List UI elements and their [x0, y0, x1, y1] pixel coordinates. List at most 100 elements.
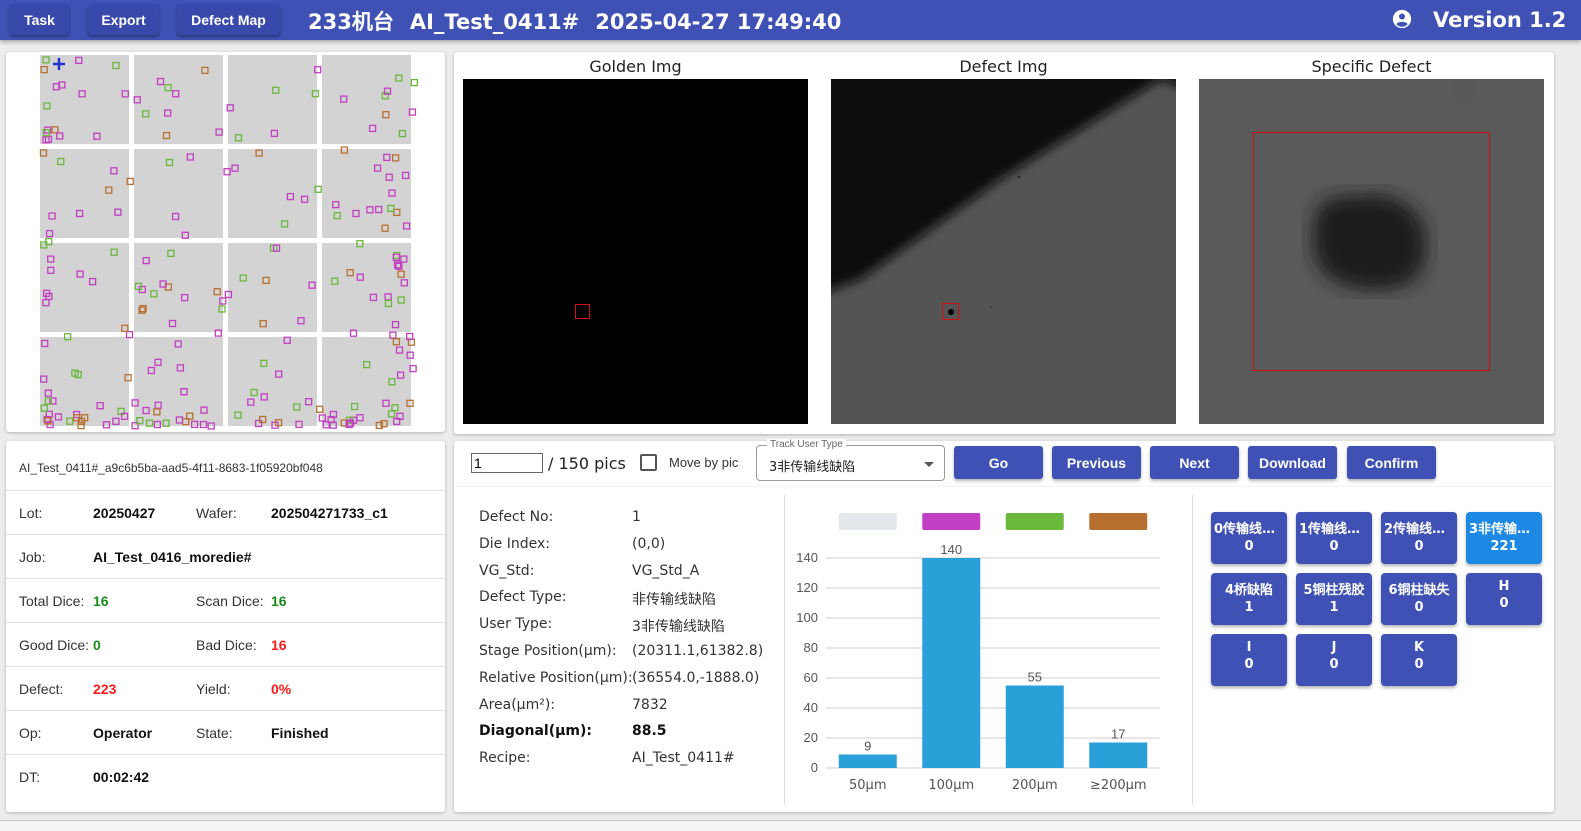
scan-dice-value: 16	[271, 593, 287, 609]
previous-button[interactable]: Previous	[1052, 446, 1141, 479]
job-label: Job:	[19, 549, 46, 565]
defect-type-button[interactable]: 4桥缺陷 1	[1211, 573, 1287, 625]
page-number-input[interactable]	[471, 453, 543, 473]
defect-marker[interactable]	[125, 330, 134, 339]
die-cell[interactable]	[134, 243, 223, 332]
defect-type-name: 3非传输线缺陷	[1469, 522, 1542, 537]
wafer-map[interactable]	[6, 52, 445, 432]
wafer-value: 202504271733_c1	[271, 505, 388, 521]
defect-type-button[interactable]: 1传输线缺陷 0	[1296, 512, 1372, 564]
golden-image	[463, 79, 808, 424]
legend-swatch[interactable]	[838, 513, 897, 530]
next-button[interactable]: Next	[1150, 446, 1239, 479]
user-type-value: 3非传输线缺陷	[632, 619, 725, 635]
total-dice-value: 16	[93, 593, 109, 609]
legend-swatch[interactable]	[1089, 513, 1148, 530]
defect-image	[831, 79, 1176, 424]
die-cell[interactable]	[322, 55, 411, 144]
account-icon[interactable]	[1392, 9, 1412, 29]
defect-type-button[interactable]: K0	[1381, 634, 1457, 686]
bar-value-label: 55	[1028, 670, 1042, 685]
defect-marker[interactable]	[316, 405, 324, 413]
die-cell[interactable]	[134, 55, 223, 144]
defect-type-button[interactable]: 5铜柱残胶 1	[1296, 573, 1372, 625]
good-dice-value: 0	[93, 637, 101, 653]
info-job-row: Job: AI_Test_0416_moredie#	[6, 535, 445, 579]
y-tick-label: 40	[804, 700, 818, 715]
info-op-row: Op: Operator State: Finished	[6, 711, 445, 755]
confirm-button[interactable]: Confirm	[1347, 446, 1436, 479]
defect-type-button[interactable]: 2传输线缺陷 0	[1381, 512, 1457, 564]
top-bar: Task Export Defect Map 233机台 AI_Test_0411…	[0, 0, 1581, 40]
info-lot-row: Lot: 20250427 Wafer: 202504271733_c1	[6, 491, 445, 535]
die-cell[interactable]	[40, 149, 129, 238]
track-user-type-select[interactable]: Track User Type 3非传输线缺陷	[756, 439, 945, 481]
bar-value-label: 140	[940, 542, 962, 557]
y-tick-label: 0	[811, 760, 818, 775]
stage-position-label: Stage Position(μm):	[479, 643, 617, 659]
die-cell[interactable]	[134, 337, 223, 426]
defect-type-name: K	[1413, 640, 1425, 655]
defect-type-count: 0	[1329, 657, 1339, 672]
legend-swatch[interactable]	[922, 513, 981, 530]
bad-dice-value: 16	[271, 637, 287, 653]
go-button[interactable]: Go	[954, 446, 1043, 479]
die-cell[interactable]	[322, 149, 411, 238]
defect-map-button[interactable]: Defect Map	[177, 4, 280, 35]
download-button[interactable]: Download	[1248, 446, 1337, 479]
defect-type-label: Defect Type:	[479, 589, 567, 605]
defect-type-button[interactable]: H0	[1466, 573, 1542, 625]
defect-type-name: 2传输线缺陷	[1384, 522, 1457, 537]
defect-type-name: 4桥缺陷	[1224, 583, 1274, 598]
relative-position-value: (36554.0,-1888.0)	[632, 670, 760, 686]
total-dice-label: Total Dice:	[19, 593, 85, 609]
defect-type-value: 非传输线缺陷	[632, 592, 716, 608]
scan-dice-label: Scan Dice:	[196, 593, 264, 609]
lot-value: 20250427	[93, 505, 156, 521]
golden-img-title: Golden Img	[589, 57, 682, 76]
move-by-pic-checkbox[interactable]	[640, 454, 657, 471]
defect-value: 223	[93, 681, 117, 697]
dt-label: DT:	[19, 769, 40, 785]
lot-label: Lot:	[19, 505, 43, 521]
defect-type-button[interactable]: J0	[1296, 634, 1372, 686]
recipe-value: AI_Test_0411#	[632, 750, 735, 766]
defect-label: Defect:	[19, 681, 64, 697]
defect-type-name: 0传输线缺陷	[1214, 522, 1287, 537]
die-cell[interactable]	[322, 243, 411, 332]
bar	[838, 754, 897, 768]
defect-type-button[interactable]: 3非传输线缺陷 221	[1466, 512, 1542, 564]
record-id: AI_Test_0411#_a9c6b5ba-aad5-4f11-8683-1f…	[19, 461, 323, 475]
x-tick-label: ≥200μm	[1090, 778, 1147, 793]
die-cell[interactable]	[228, 149, 317, 238]
die-index-label: Die Index:	[479, 536, 550, 552]
defect-type-button[interactable]: 0传输线缺陷 0	[1211, 512, 1287, 564]
x-tick-label: 100μm	[928, 778, 974, 793]
defect-no-label: Defect No:	[479, 509, 554, 525]
info-panel: AI_Test_0411#_a9c6b5ba-aad5-4f11-8683-1f…	[6, 441, 445, 812]
defect-type-count: 0	[1499, 596, 1509, 611]
stage-position-value: (20311.1,61382.8)	[632, 643, 764, 659]
defect-type-button[interactable]: I0	[1211, 634, 1287, 686]
user-type-label: User Type:	[479, 616, 553, 632]
bar-value-label: 9	[864, 739, 871, 754]
relative-position-label: Relative Position(μm):	[479, 670, 633, 686]
yield-value: 0%	[271, 681, 292, 697]
recipe-name: AI_Test_0411#	[409, 10, 580, 34]
version-label: Version 1.2	[1433, 8, 1567, 32]
info-good-bad-row: Good Dice: 0 Bad Dice: 16	[6, 623, 445, 667]
die-cell[interactable]	[134, 149, 223, 238]
recipe-label: Recipe:	[479, 750, 531, 766]
defect-type-count: 0	[1329, 539, 1339, 554]
title-datetime: 2025-04-27 17:49:40	[595, 10, 842, 34]
defect-type-button[interactable]: 6铜柱缺失 0	[1381, 573, 1457, 625]
defect-image-content	[831, 79, 1176, 315]
defect-marker[interactable]	[410, 78, 419, 87]
die-cell[interactable]	[40, 337, 129, 426]
die-index-value: (0,0)	[632, 536, 666, 552]
legend-swatch[interactable]	[1005, 513, 1064, 530]
export-button[interactable]: Export	[88, 4, 159, 35]
wafer-map-panel	[6, 52, 445, 432]
defect-type-count: 1	[1244, 600, 1254, 615]
task-button[interactable]: Task	[10, 4, 69, 35]
